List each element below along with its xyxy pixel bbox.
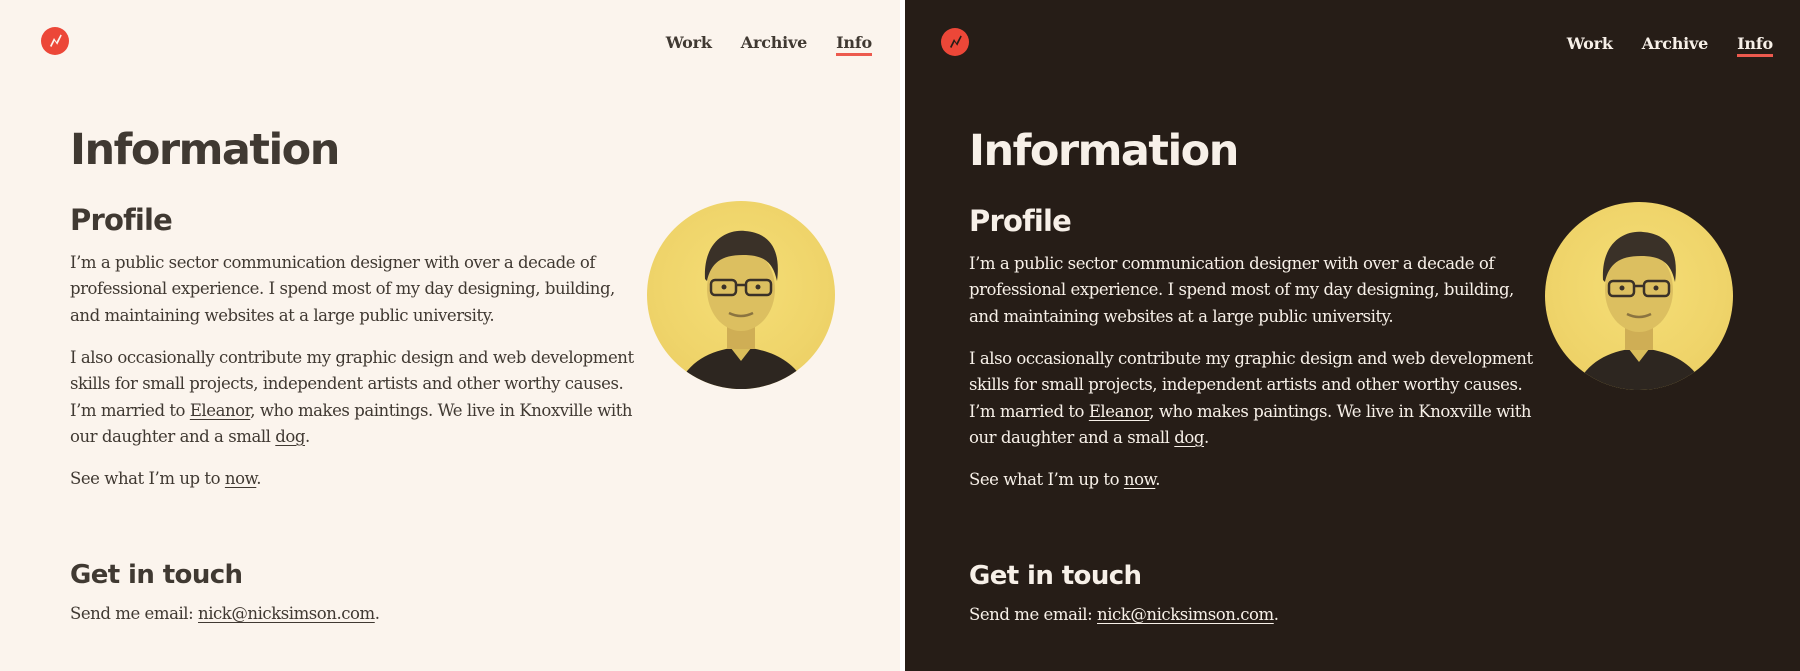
text: See what I’m up to <box>70 469 225 488</box>
profile-paragraph-2: I also occasionally contribute my graphi… <box>70 345 640 450</box>
text: . <box>256 469 262 488</box>
dog-link[interactable]: dog <box>275 427 305 446</box>
profile-heading: Profile <box>70 203 173 237</box>
profile-paragraph-3: See what I’m up to now. <box>969 467 1539 493</box>
text: . <box>374 604 380 623</box>
profile-heading: Profile <box>969 204 1072 238</box>
dark-theme-panel: Work Archive Info Information Profile I’… <box>905 0 1800 671</box>
contact-paragraph: Send me email: nick@nicksimson.com. <box>969 602 1539 628</box>
nav-archive-link[interactable]: Archive <box>741 33 808 56</box>
lightning-bolt-icon <box>41 27 69 55</box>
light-theme-panel: Work Archive Info Information Profile I’… <box>0 0 900 671</box>
main-nav: Work Archive Info <box>666 33 872 56</box>
nav-work-link[interactable]: Work <box>666 33 712 56</box>
text: Send me email: <box>70 604 199 623</box>
profile-paragraph-1: I’m a public sector communication design… <box>70 253 615 325</box>
contact-paragraph: Send me email: nick@nicksimson.com. <box>70 601 640 627</box>
text: . <box>1204 427 1209 447</box>
nav-info-link[interactable]: Info <box>836 33 872 56</box>
dog-link[interactable]: dog <box>1174 428 1204 447</box>
now-link[interactable]: now <box>225 469 257 488</box>
page-title: Information <box>969 126 1239 176</box>
nav-info-link[interactable]: Info <box>1737 34 1773 57</box>
nav-work-link[interactable]: Work <box>1567 34 1613 57</box>
page-title: Information <box>70 125 340 175</box>
lightning-bolt-icon <box>941 28 969 56</box>
get-in-touch-heading: Get in touch <box>70 560 243 590</box>
avatar <box>1545 202 1733 390</box>
eleanor-link[interactable]: Eleanor <box>190 401 251 420</box>
text: See what I’m up to <box>969 470 1124 489</box>
nav-archive-link[interactable]: Archive <box>1642 34 1709 57</box>
text: . <box>1155 470 1161 489</box>
avatar <box>647 201 835 389</box>
text: . <box>305 426 310 446</box>
email-link[interactable]: nick@nicksimson.com <box>198 604 375 623</box>
text: . <box>1273 605 1279 624</box>
main-nav: Work Archive Info <box>1567 34 1773 57</box>
profile-paragraph-3: See what I’m up to now. <box>70 466 640 492</box>
text: Send me email: <box>969 605 1098 624</box>
email-link[interactable]: nick@nicksimson.com <box>1097 605 1274 624</box>
profile-paragraph-1: I’m a public sector communication design… <box>969 254 1514 326</box>
get-in-touch-heading: Get in touch <box>969 561 1142 591</box>
now-link[interactable]: now <box>1124 470 1156 489</box>
eleanor-link[interactable]: Eleanor <box>1089 402 1150 421</box>
profile-paragraph-2: I also occasionally contribute my graphi… <box>969 346 1539 451</box>
